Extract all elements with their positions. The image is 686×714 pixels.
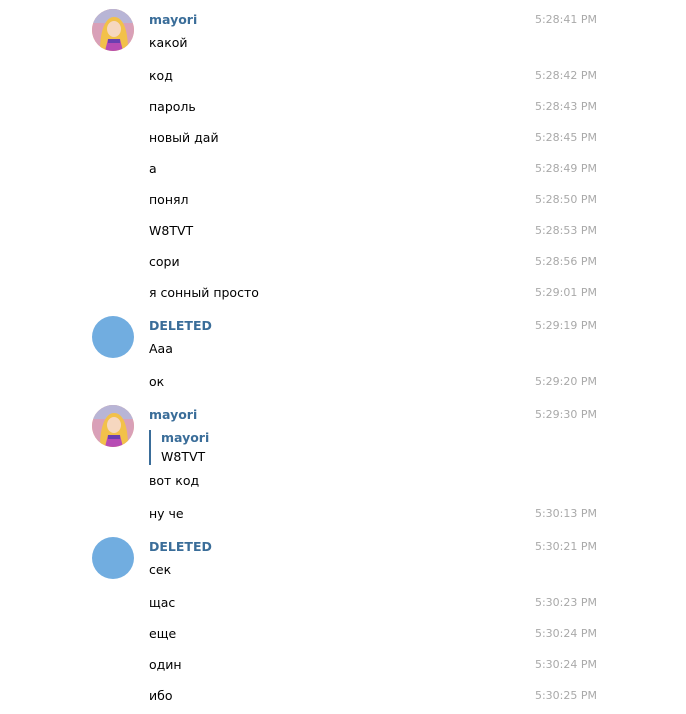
message-time: 5:28:41 PM xyxy=(534,13,597,26)
message-time: 5:29:01 PM xyxy=(534,286,597,299)
message-author[interactable]: mayori xyxy=(149,407,197,423)
message-time: 5:30:23 PM xyxy=(534,596,597,609)
message-text: W8TVT xyxy=(149,223,194,238)
avatar-deleted[interactable] xyxy=(92,537,134,579)
message-time: 5:28:50 PM xyxy=(534,193,597,206)
message-text: я сонный просто xyxy=(149,285,259,300)
message-author[interactable]: mayori xyxy=(149,12,197,28)
message-time: 5:28:56 PM xyxy=(534,255,597,268)
avatar-mayori[interactable] xyxy=(92,405,134,447)
message-time: 5:28:45 PM xyxy=(534,131,597,144)
reply-quote[interactable]: mayori W8TVT xyxy=(149,430,209,465)
avatar-mayori[interactable] xyxy=(92,9,134,51)
message-time: 5:30:24 PM xyxy=(534,627,597,640)
message-text: код xyxy=(149,68,173,83)
message-text: Ааа xyxy=(149,341,173,356)
message-text: щас xyxy=(149,595,176,610)
quote-text: W8TVT xyxy=(161,449,206,464)
message-time: 5:29:19 PM xyxy=(534,319,597,332)
quote-author: mayori xyxy=(161,430,210,445)
message-time: 5:29:30 PM xyxy=(534,408,597,421)
avatar-deleted[interactable] xyxy=(92,316,134,358)
message-text: какой xyxy=(149,35,188,50)
message-time: 5:28:49 PM xyxy=(534,162,597,175)
message-time: 5:30:25 PM xyxy=(534,689,597,702)
message-text: ибо xyxy=(149,688,173,703)
message-time: 5:30:13 PM xyxy=(534,507,597,520)
message-text: новый дай xyxy=(149,130,219,145)
message-text: пароль xyxy=(149,99,196,114)
message-text: ок xyxy=(149,374,165,389)
message-author[interactable]: DELETED xyxy=(149,539,212,555)
message-time: 5:30:21 PM xyxy=(534,540,597,553)
message-text: вот код xyxy=(149,473,200,488)
message-text: а xyxy=(149,161,157,176)
message-time: 5:28:53 PM xyxy=(534,224,597,237)
message-text: сори xyxy=(149,254,180,269)
message-time: 5:28:43 PM xyxy=(534,100,597,113)
message-text: понял xyxy=(149,192,189,207)
message-text: сек xyxy=(149,562,172,577)
message-time: 5:28:42 PM xyxy=(534,69,597,82)
message-author[interactable]: DELETED xyxy=(149,318,212,334)
message-text: ну че xyxy=(149,506,184,521)
message-time: 5:29:20 PM xyxy=(534,375,597,388)
message-time: 5:30:24 PM xyxy=(534,658,597,671)
message-text: еще xyxy=(149,626,177,641)
message-text: один xyxy=(149,657,182,672)
